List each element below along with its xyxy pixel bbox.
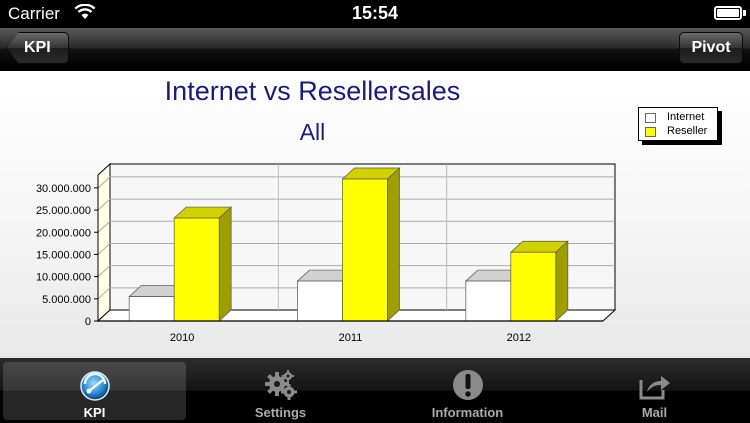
battery-tip	[743, 10, 746, 16]
bar-side-reseller-2011	[387, 167, 400, 322]
status-time: 15:54	[351, 3, 399, 23]
bar-internet-2012	[465, 280, 512, 322]
tab-label-settings: Settings	[254, 405, 307, 420]
bar-internet-2011	[297, 280, 343, 322]
pivot-button[interactable]: Pivot	[679, 32, 743, 64]
legend-label-internet: Internet	[667, 111, 705, 123]
tab-label-information: Information	[431, 405, 504, 420]
bar-reseller-2010	[173, 217, 220, 322]
tab-information[interactable]: Information	[376, 362, 559, 420]
tab-settings[interactable]: Settings	[189, 362, 372, 420]
y-tick-label: 30.000.000	[36, 183, 91, 195]
legend-swatch-reseller	[645, 127, 656, 137]
exclamation-icon	[376, 368, 559, 402]
navigation-bar: KPI Pivot	[0, 28, 750, 70]
chart-area: Internet vs Resellersales All 0 5.000.000…	[0, 71, 750, 358]
battery-icon	[714, 6, 742, 20]
tab-label-kpi: KPI	[83, 405, 106, 420]
y-tick-label: 15.000.000	[36, 249, 91, 261]
bar-reseller-2011	[342, 178, 388, 322]
bar-reseller-2012	[510, 251, 557, 322]
tab-label-mail: Mail	[641, 405, 668, 420]
legend-label-reseller: Reseller	[667, 125, 708, 137]
share-arrow-icon	[563, 368, 746, 402]
gears-icon	[189, 368, 372, 402]
bar-side-reseller-2010	[218, 206, 232, 322]
y-tick-label: 0	[85, 316, 91, 328]
legend-swatch-internet	[645, 113, 656, 123]
tab-kpi[interactable]: KPI	[3, 362, 186, 420]
chart-legend: Internet Reseller	[638, 107, 718, 141]
x-tick-label: 2010	[170, 332, 194, 344]
y-tick-label: 5.000.000	[42, 294, 91, 306]
bar-side-reseller-2012	[555, 240, 569, 322]
tab-mail[interactable]: Mail	[563, 362, 746, 420]
speedometer-icon	[3, 368, 186, 402]
status-bar: Carrier 15:54	[0, 0, 750, 28]
y-tick-label: 20.000.000	[36, 227, 91, 239]
back-button[interactable]: KPI	[7, 32, 69, 64]
x-tick-label: 2011	[339, 332, 363, 344]
bar-internet-2010	[128, 296, 175, 322]
tab-bar: KPI Settings Information Mail	[0, 358, 750, 423]
y-tick-label: 10.000.000	[36, 272, 91, 284]
x-tick-label: 2012	[507, 332, 531, 344]
y-tick-label: 25.000.000	[36, 205, 91, 217]
